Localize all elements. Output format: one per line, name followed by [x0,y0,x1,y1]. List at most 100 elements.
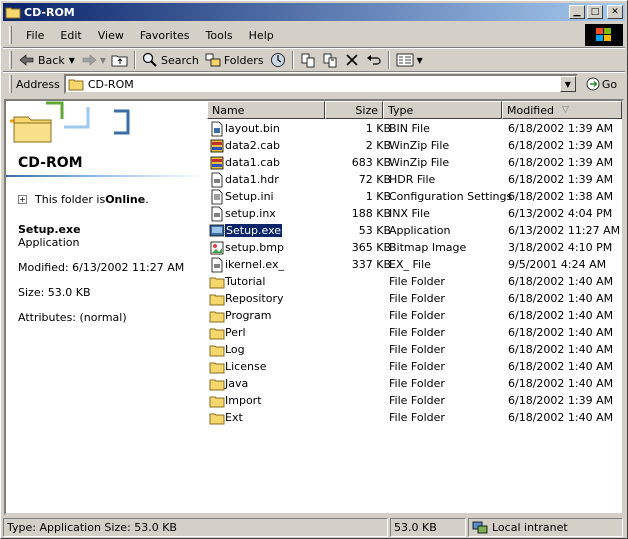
folder-title: CD-ROM [18,155,83,171]
address-bar: Address CD-ROM ▼ Go [5,73,625,95]
status-size: 53.0 KB [390,518,466,537]
column-header-name[interactable]: Name [207,101,325,119]
file-type: File Folder [389,275,445,288]
column-header-modified[interactable]: Modified ▽ [502,101,622,119]
file-modified: 6/18/2002 1:39 AM [508,156,614,169]
expand-icon[interactable]: + [18,195,27,204]
status-zone-text: Local intranet [492,521,568,534]
move-to-icon [301,53,314,68]
go-button[interactable]: Go [586,77,617,91]
chevron-down-icon[interactable]: ▼ [417,56,423,65]
undo-icon [366,55,381,65]
file-row[interactable]: Perl File Folder 6/18/2002 1:40 AM [207,325,622,342]
bin-file-icon [211,121,223,137]
toolbar-separator [291,51,294,69]
file-row[interactable]: License File Folder 6/18/2002 1:40 AM [207,359,622,376]
file-modified: 6/18/2002 1:40 AM [508,377,614,390]
web-view-pane: CD-ROM + This folder is Online . Setup.e… [6,101,206,513]
maximize-button[interactable]: □ [587,5,603,19]
file-row[interactable]: setup.bmp 365 KB Bitmap Image 3/18/2002 4:1… [207,240,622,257]
file-type: HDR File [389,173,436,186]
menu-tools[interactable]: Tools [198,29,241,42]
address-dropdown-button[interactable]: ▼ [559,76,576,92]
file-name: Ext [225,411,243,424]
folders-button[interactable]: Folders [202,50,267,70]
file-row[interactable]: Setup.ini 1 KB Configuration Settings 6/18/… [207,189,622,206]
file-name: setup.inx [225,207,276,220]
toolbar-grip[interactable] [9,51,12,69]
folder-icon [209,413,225,425]
views-button[interactable]: ▼ [393,50,426,70]
file-row[interactable]: data1.hdr 72 KB HDR File 6/18/2002 1:39 AM [207,172,622,189]
copy-to-button[interactable] [319,50,341,70]
folder-icon [209,328,225,340]
file-row[interactable]: data1.cab 683 KB WinZip File 6/18/2002 1:39… [207,155,622,172]
file-row[interactable]: layout.bin 1 KB BIN File 6/18/2002 1:39 AM [207,121,622,138]
menu-help[interactable]: Help [241,29,282,42]
folder-icon [5,7,21,19]
file-row[interactable]: data2.cab 2 KB WinZip File 6/18/2002 1:39 A… [207,138,622,155]
file-modified: 3/18/2002 4:10 PM [508,241,613,254]
file-row[interactable]: Import File Folder 6/18/2002 1:39 AM [207,393,622,410]
file-size: 337 KB [351,258,391,271]
file-type: EX_ File [389,258,431,271]
file-type: File Folder [389,360,445,373]
file-row[interactable]: Ext File Folder 6/18/2002 1:40 AM [207,410,622,427]
chevron-down-icon[interactable]: ▼ [100,56,106,65]
file-size: 683 KB [351,156,391,169]
minimize-button[interactable]: ▁ [569,5,585,19]
up-folder-button[interactable] [109,50,131,70]
close-button[interactable]: ✕ [607,5,623,19]
file-row[interactable]: Program File Folder 6/18/2002 1:40 AM [207,308,622,325]
menu-file[interactable]: File [18,29,52,42]
search-button[interactable]: Search [139,50,202,70]
online-status[interactable]: + This folder is Online . [18,193,149,206]
history-button[interactable] [267,50,289,70]
address-input[interactable]: CD-ROM ▼ [63,74,578,94]
file-modified: 6/18/2002 1:40 AM [508,411,614,424]
go-arrow-icon [586,77,600,91]
windows-logo-icon [585,24,623,46]
forward-button[interactable]: ▼ [78,50,109,70]
file-modified: 6/18/2002 1:40 AM [508,309,614,322]
file-row[interactable]: Java File Folder 6/18/2002 1:40 AM [207,376,622,393]
toolbar-separator [387,51,390,69]
file-row[interactable]: Repository File Folder 6/18/2002 1:40 AM [207,291,622,308]
menu-edit[interactable]: Edit [52,29,89,42]
online-prefix: This folder is [35,193,106,206]
column-type-label: Type [388,103,414,117]
file-name: ikernel.ex_ [225,258,285,271]
back-arrow-icon [19,54,34,66]
delete-button[interactable] [341,50,363,70]
history-icon [270,53,285,67]
file-row[interactable]: Tutorial File Folder 6/18/2002 1:40 AM [207,274,622,291]
file-list: Name Size Type Modified ▽ layout.bin 1 KB… [207,101,622,513]
column-header-size[interactable]: Size [325,101,383,119]
file-row[interactable]: Setup.exe 53 KB Application 6/13/2002 11:27… [207,223,622,240]
file-modified: 6/13/2002 11:27 AM [508,224,621,237]
undo-button[interactable] [363,50,385,70]
file-modified: 6/18/2002 1:40 AM [508,275,614,288]
back-button[interactable]: Back ▼ [16,50,78,70]
file-row[interactable]: ikernel.ex_ 337 KB EX_ File 9/5/2001 4:24 A… [207,257,622,274]
file-row[interactable]: Log File Folder 6/18/2002 1:40 AM [207,342,622,359]
menu-favorites[interactable]: Favorites [132,29,198,42]
menu-bar: File Edit View Favorites Tools Help [5,24,585,46]
menubar-grip[interactable] [9,26,12,44]
file-type: Application [389,224,451,237]
file-row[interactable]: setup.inx 188 KB INX File 6/13/2002 4:04 PM [207,206,622,223]
chevron-down-icon[interactable]: ▼ [69,56,75,65]
address-grip[interactable] [9,75,12,93]
setup-exe-icon [209,224,225,237]
file-name: Repository [225,292,284,305]
status-info: Type: Application Size: 53.0 KB [3,518,388,537]
title-bar[interactable]: CD-ROM ▁ □ ✕ [3,3,625,21]
toolbar-separator [134,51,137,69]
menu-view[interactable]: View [90,29,132,42]
generic-file-icon [211,172,223,188]
move-to-button[interactable] [297,50,319,70]
column-header-type[interactable]: Type [383,101,502,119]
folder-icon [209,294,225,306]
maximize-icon: □ [590,6,600,17]
file-modified: 6/18/2002 1:39 AM [508,394,614,407]
